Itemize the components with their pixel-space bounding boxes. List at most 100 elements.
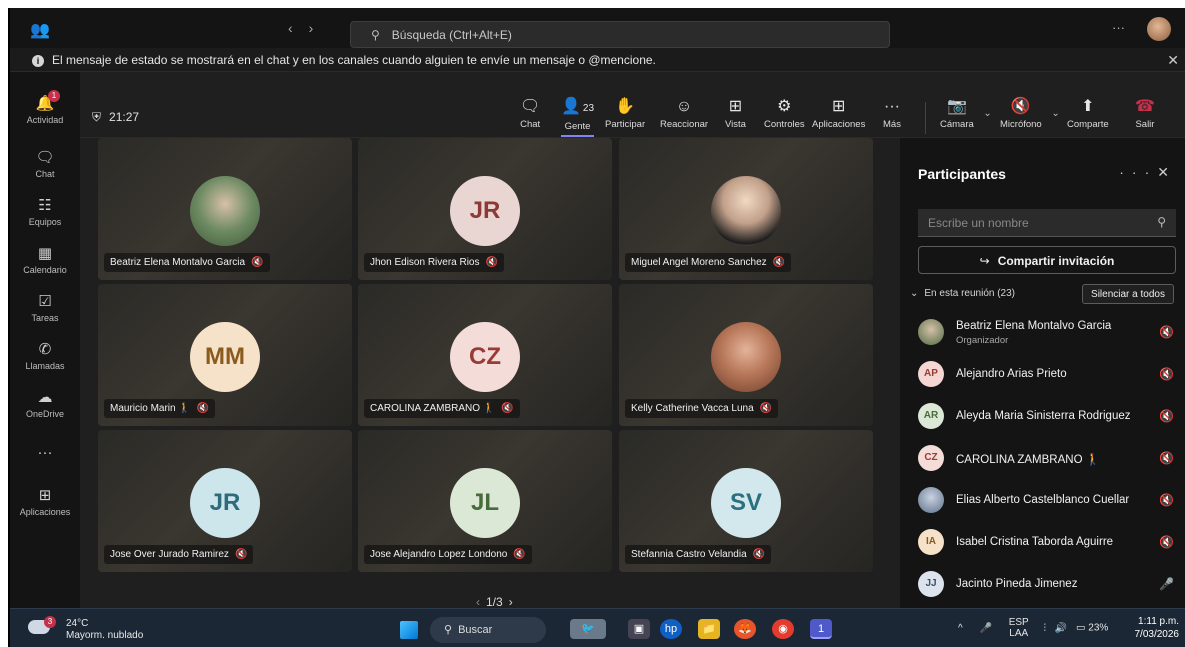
bird-widget-icon[interactable]: 🐦 bbox=[570, 619, 606, 639]
search-input[interactable]: ⚲ Búsqueda (Ctrl+Alt+E) bbox=[350, 21, 890, 48]
close-icon[interactable]: ✕ bbox=[1157, 164, 1177, 180]
mic-off-icon[interactable]: 🔇 bbox=[1159, 367, 1174, 381]
rail-item-more[interactable]: ··· bbox=[10, 444, 80, 464]
leave-button[interactable]: ☎ Salir bbox=[1135, 98, 1155, 130]
rail-item-calendario[interactable]: ▦ Calendario bbox=[10, 244, 80, 275]
react-button[interactable]: ☺ Reaccionar bbox=[660, 98, 708, 130]
controls-button[interactable]: ⚙ Controles bbox=[764, 98, 805, 130]
tile-nameplate: Kelly Catherine Vacca Luna 🔇 bbox=[625, 399, 779, 418]
prev-page-icon[interactable]: ‹ bbox=[476, 595, 480, 609]
wifi-icon[interactable]: ⫶ bbox=[1044, 623, 1047, 634]
mic-off-icon: 🔇 bbox=[772, 257, 786, 268]
volume-icon[interactable]: 🔊 bbox=[1055, 623, 1067, 634]
battery-icon[interactable]: ▭ bbox=[1076, 623, 1085, 634]
hp-icon[interactable]: hp bbox=[660, 619, 682, 639]
participant-row[interactable]: Elias Alberto Castelblanco Cuellar 🔇 bbox=[918, 482, 1180, 518]
participant-row[interactable]: JJ Jacinto Pineda Jimenez 🎤 bbox=[918, 566, 1180, 602]
participant-row[interactable]: IA Isabel Cristina Taborda Aguirre 🔇 bbox=[918, 524, 1180, 560]
video-tile[interactable]: MM Mauricio Marin 🚶 🔇 bbox=[98, 284, 352, 426]
back-arrow-icon[interactable]: ‹ bbox=[288, 20, 309, 36]
history-nav: ‹› bbox=[288, 20, 329, 36]
firefox-icon[interactable]: 🦊 bbox=[734, 619, 756, 639]
mic-off-icon[interactable]: 🔇 bbox=[1159, 535, 1174, 549]
video-tile[interactable]: JL Jose Alejandro Lopez Londono 🔇 bbox=[358, 430, 612, 572]
participant-name: Alejandro Arias Prieto bbox=[956, 368, 1067, 380]
chrome-icon[interactable]: ◉ bbox=[772, 619, 794, 639]
video-tile[interactable]: JR Jose Over Jurado Ramirez 🔇 bbox=[98, 430, 352, 572]
mic-off-icon: 🔇 bbox=[234, 549, 248, 560]
rail-item-actividad[interactable]: 🔔 1 Actividad bbox=[10, 90, 80, 125]
share-button[interactable]: ⬆ Comparte bbox=[1067, 98, 1109, 130]
video-tile[interactable]: Beatriz Elena Montalvo Garcia 🔇 bbox=[98, 138, 352, 280]
rail-item-equipos[interactable]: ☷ Equipos bbox=[10, 196, 80, 227]
rail-item-tareas[interactable]: ☑ Tareas bbox=[10, 292, 80, 323]
view-label: Vista bbox=[725, 119, 746, 130]
rail-item-onedrive[interactable]: ☁ OneDrive bbox=[10, 388, 80, 419]
mic-off-icon[interactable]: 🔇 bbox=[1159, 451, 1174, 465]
rail-item-aplicaciones[interactable]: ⊞ Aplicaciones bbox=[10, 486, 80, 517]
next-page-icon[interactable]: › bbox=[509, 595, 513, 609]
more-icon[interactable]: ··· bbox=[1119, 164, 1157, 180]
mute-all-button[interactable]: Silenciar a todos bbox=[1082, 284, 1174, 304]
participant-row[interactable]: AR Aleyda Maria Sinisterra Rodriguez 🔇 bbox=[918, 398, 1180, 434]
camera-button[interactable]: 📷 Cámara ⌄ bbox=[940, 98, 992, 130]
mic-options-chevron-icon[interactable]: ⌄ bbox=[1051, 108, 1059, 119]
tile-nameplate: CAROLINA ZAMBRANO 🚶 🔇 bbox=[364, 399, 520, 418]
view-button[interactable]: ⊞ Vista bbox=[725, 98, 746, 130]
forward-arrow-icon[interactable]: › bbox=[309, 20, 330, 36]
search-placeholder: Escribe un nombre bbox=[928, 216, 1029, 230]
participant-row[interactable]: CZ CAROLINA ZAMBRANO 🚶 🔇 bbox=[918, 440, 1180, 476]
video-tile[interactable]: SV Stefannia Castro Velandia 🔇 bbox=[619, 430, 873, 572]
participant-photo bbox=[918, 319, 944, 345]
participant-name: Beatriz Elena Montalvo Garcia bbox=[956, 320, 1112, 332]
chat-button[interactable]: 🗨 Chat bbox=[520, 98, 540, 130]
clock-time: 1:11 p.m. bbox=[1138, 616, 1179, 627]
language-indicator[interactable]: ESP LAA bbox=[1009, 617, 1029, 639]
away-icon: 🚶 bbox=[482, 403, 496, 414]
share-invite-button[interactable]: ↪ Compartir invitación bbox=[918, 246, 1176, 274]
video-tile[interactable]: CZ CAROLINA ZAMBRANO 🚶 🔇 bbox=[358, 284, 612, 426]
search-placeholder: Búsqueda (Ctrl+Alt+E) bbox=[391, 28, 512, 42]
participant-name-text: CAROLINA ZAMBRANO bbox=[956, 454, 1083, 466]
rail-label: Calendario bbox=[23, 265, 67, 275]
in-meeting-section-toggle[interactable]: ⌄ En esta reunión (23) bbox=[910, 288, 1015, 299]
teams-logo-icon[interactable]: 👥 bbox=[30, 20, 50, 40]
raise-hand-button[interactable]: ✋ Participar bbox=[605, 98, 645, 130]
close-banner-icon[interactable]: ✕ bbox=[1167, 52, 1179, 69]
windows-start-icon[interactable] bbox=[400, 621, 418, 639]
mic-off-icon[interactable]: 🔇 bbox=[1159, 325, 1174, 339]
mic-off-icon: 🔇 bbox=[1010, 98, 1031, 115]
apps-button[interactable]: ⊞ Aplicaciones bbox=[812, 98, 865, 130]
video-tile[interactable]: Kelly Catherine Vacca Luna 🔇 bbox=[619, 284, 873, 426]
file-explorer-icon[interactable]: 📁 bbox=[698, 619, 720, 639]
calendar-icon: ▦ bbox=[37, 245, 53, 262]
clock[interactable]: 1:11 p.m. 7/03/2026 bbox=[1135, 615, 1180, 641]
profile-avatar[interactable] bbox=[1147, 17, 1171, 41]
rail-item-chat[interactable]: 🗨 Chat bbox=[10, 148, 80, 179]
people-label: Gente bbox=[564, 121, 591, 132]
teams-taskbar-icon[interactable]: 1 bbox=[810, 619, 832, 639]
task-view-icon[interactable]: ▣ bbox=[628, 619, 650, 639]
mic-off-icon[interactable]: 🔇 bbox=[1159, 409, 1174, 423]
mic-on-icon[interactable]: 🎤 bbox=[1159, 577, 1174, 591]
mic-icon[interactable]: 🎤 bbox=[979, 623, 991, 634]
rail-label: Actividad bbox=[26, 115, 64, 125]
camera-options-chevron-icon[interactable]: ⌄ bbox=[983, 108, 991, 119]
video-tile[interactable]: JR Jhon Edison Rivera Rios 🔇 bbox=[358, 138, 612, 280]
participant-row[interactable]: AP Alejandro Arias Prieto 🔇 bbox=[918, 356, 1180, 392]
chevron-up-icon[interactable]: ^ bbox=[958, 623, 963, 634]
initials-avatar: AP bbox=[918, 361, 944, 387]
video-tile[interactable]: Miguel Angel Moreno Sanchez 🔇 bbox=[619, 138, 873, 280]
mic-off-icon[interactable]: 🔇 bbox=[1159, 493, 1174, 507]
more-options-button[interactable]: ··· bbox=[1112, 20, 1125, 35]
initials-avatar: JL bbox=[450, 468, 520, 538]
participant-search-input[interactable]: Escribe un nombre ⚲ bbox=[918, 209, 1176, 237]
rail-item-llamadas[interactable]: ✆ Llamadas bbox=[10, 340, 80, 371]
taskbar-search[interactable]: ⚲ Buscar bbox=[430, 617, 546, 643]
more-label: Más bbox=[883, 119, 901, 130]
mic-button[interactable]: 🔇 Micrófono ⌄ bbox=[1000, 98, 1060, 130]
raise-label: Participar bbox=[605, 119, 646, 130]
more-button[interactable]: ··· Más bbox=[883, 98, 901, 130]
participant-row[interactable]: Beatriz Elena Montalvo Garcia Organizado… bbox=[918, 314, 1180, 350]
people-button[interactable]: 👤 23 Gente bbox=[561, 98, 595, 137]
